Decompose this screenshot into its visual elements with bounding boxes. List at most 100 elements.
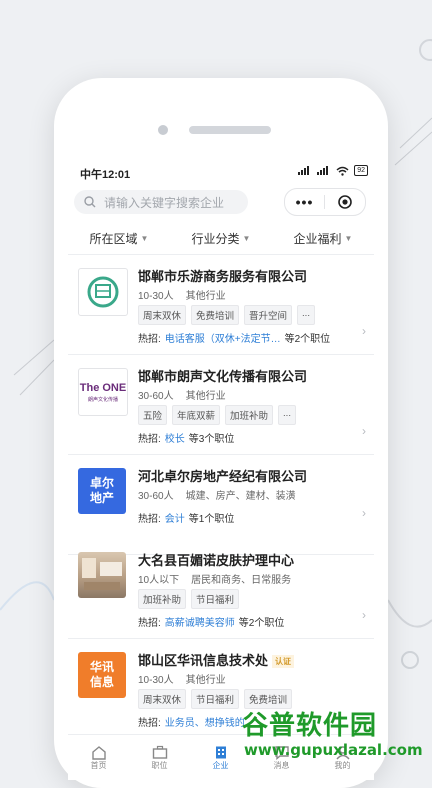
hot-job-title[interactable]: 会计	[165, 510, 185, 525]
benefit-tag: 节日福利	[191, 689, 240, 709]
company-size: 30-60人	[138, 391, 174, 402]
tab-jobs-label: 职位	[151, 761, 168, 770]
company-name: 河北卓尔房地产经纪有限公司	[138, 469, 308, 484]
hot-job-count: 等2个职位	[284, 334, 331, 345]
status-icons: 92	[298, 165, 368, 176]
company-meta: 30-60人 其他行业	[138, 387, 226, 402]
hot-label: 热招:	[138, 434, 161, 445]
filter-industry-label: 行业分类	[191, 231, 240, 246]
company-size: 10-30人	[138, 291, 174, 302]
chevron-right-icon: ›	[362, 608, 366, 622]
benefit-tag: ...	[297, 305, 315, 325]
close-button[interactable]	[325, 195, 364, 209]
company-meta: 10-30人 其他行业	[138, 671, 226, 686]
watermark-title: 谷普软件园	[242, 710, 378, 740]
benefit-tag: 加班补助	[138, 589, 187, 609]
company-card[interactable]: The ONE 朗声文化传播 邯郸市朗声文化传播有限公司 30-60人 其他行业 …	[68, 354, 374, 455]
company-tags: 五险 年底双薪 加班补助 ...	[138, 405, 296, 425]
benefit-tag: 晋升空间	[244, 305, 293, 325]
app-screen: 中午12:01 92 请输入关键字搜索企业 ••• 所在区域 ▼ 行业分类 ▼ …	[68, 160, 374, 780]
benefit-tag: ...	[278, 405, 296, 425]
chevron-right-icon: ›	[362, 506, 366, 520]
filter-bar: 所在区域 ▼ 行业分类 ▼ 企业福利 ▼	[68, 222, 374, 255]
miniprogram-capsule: •••	[284, 188, 366, 216]
watermark-url: www.gupuxlazal.com	[244, 741, 423, 759]
benefit-tag: 节日福利	[191, 589, 240, 609]
company-logo	[78, 268, 128, 316]
company-card[interactable]: 大名县百媚诺皮肤护理中心 10人以下 居民和商务、日常服务 加班补助 节日福利 热…	[68, 538, 374, 639]
salon-photo-icon	[82, 558, 122, 590]
building-icon	[215, 746, 226, 759]
hot-label: 热招:	[138, 514, 161, 525]
wifi-icon	[336, 166, 349, 176]
company-size: 10人以下	[138, 575, 180, 586]
company-logo: 华讯信息	[78, 652, 126, 698]
verified-badge: 认证	[272, 655, 295, 669]
hot-jobs: 热招: 电话客服（双休+法定节… 等2个职位	[138, 330, 330, 345]
battery-icon: 92	[354, 165, 368, 176]
hot-job-title[interactable]: 电话客服（双休+法定节…	[165, 330, 281, 345]
search-input[interactable]: 请输入关键字搜索企业	[74, 190, 248, 214]
leyou-logo-icon	[87, 276, 119, 308]
more-button[interactable]: •••	[285, 194, 324, 210]
hot-job-count: 等3个职位	[188, 434, 235, 445]
benefit-tag: 免费培训	[191, 305, 240, 325]
chevron-right-icon: ›	[362, 424, 366, 438]
hot-label: 热招:	[138, 618, 161, 629]
search-placeholder: 请输入关键字搜索企业	[104, 195, 225, 210]
company-name: 邯山区华讯信息技术处 认证	[138, 650, 295, 669]
benefit-tag: 周末双休	[138, 689, 187, 709]
company-tags: 加班补助 节日福利	[138, 589, 240, 609]
company-industry: 其他行业	[185, 291, 226, 302]
hot-label: 热招:	[138, 334, 161, 345]
hot-job-count: 等2个职位	[238, 618, 285, 629]
phone-speaker	[189, 126, 271, 134]
company-size: 30-60人	[138, 491, 174, 502]
filter-industry[interactable]: 行业分类 ▼	[192, 230, 251, 247]
home-icon	[91, 746, 106, 760]
company-name: 大名县百媚诺皮肤护理中心	[138, 553, 295, 568]
status-bar: 中午12:01 92	[68, 160, 374, 184]
target-icon	[337, 195, 352, 209]
hot-job-title[interactable]: 高薪诚聘美容师	[165, 614, 235, 629]
hot-label: 热招:	[138, 718, 161, 729]
hot-jobs: 热招: 业务员、想挣钱的	[138, 714, 249, 729]
phone-camera	[158, 125, 168, 135]
hot-job-count: 等1个职位	[188, 514, 235, 525]
benefit-tag: 加班补助	[225, 405, 274, 425]
hot-job-title[interactable]: 校长	[165, 430, 185, 445]
briefcase-icon	[152, 745, 167, 759]
site-watermark: 谷普软件园 www.gupuxlazal.com	[236, 705, 432, 768]
company-logo: The ONE 朗声文化传播	[78, 368, 128, 416]
company-name-text: 邯山区华讯信息技术处	[138, 653, 269, 668]
company-industry: 城建、房产、建材、装潢	[185, 491, 296, 502]
logo-subtext: 朗声文化传播	[87, 396, 118, 403]
caret-down-icon: ▼	[140, 233, 149, 243]
company-meta: 10-30人 其他行业	[138, 287, 226, 302]
filter-benefits-label: 企业福利	[293, 231, 342, 246]
logo-text: 华讯信息	[89, 660, 114, 689]
company-industry: 其他行业	[185, 391, 226, 402]
company-tags: 周末双休 免费培训 晋升空间 ...	[138, 305, 315, 325]
logo-text: 卓尔地产	[89, 476, 114, 505]
caret-down-icon: ▼	[242, 233, 251, 243]
company-size: 10-30人	[138, 675, 174, 686]
hot-job-title[interactable]: 业务员、想挣钱的	[165, 714, 245, 729]
hot-jobs: 热招: 会计 等1个职位	[138, 510, 234, 525]
hot-jobs: 热招: 校长 等3个职位	[138, 430, 234, 445]
filter-benefits[interactable]: 企业福利 ▼	[294, 230, 353, 247]
company-logo	[78, 552, 126, 598]
tab-jobs[interactable]: 职位	[129, 735, 190, 780]
caret-down-icon: ▼	[344, 233, 353, 243]
company-industry: 居民和商务、日常服务	[191, 575, 292, 586]
filter-region[interactable]: 所在区域 ▼	[90, 230, 149, 247]
status-time: 中午12:01	[80, 169, 131, 181]
search-row: 请输入关键字搜索企业 •••	[68, 186, 374, 220]
company-meta: 30-60人 城建、房产、建材、装潢	[138, 487, 296, 502]
benefit-tag: 五险	[138, 405, 168, 425]
phone-frame: 中午12:01 92 请输入关键字搜索企业 ••• 所在区域 ▼ 行业分类 ▼ …	[54, 78, 388, 788]
tab-home[interactable]: 首页	[68, 735, 129, 780]
company-industry: 其他行业	[185, 675, 226, 686]
company-logo: 卓尔地产	[78, 468, 126, 514]
company-card[interactable]: 邯郸市乐游商务服务有限公司 10-30人 其他行业 周末双休 免费培训 晋升空间 …	[68, 254, 374, 355]
